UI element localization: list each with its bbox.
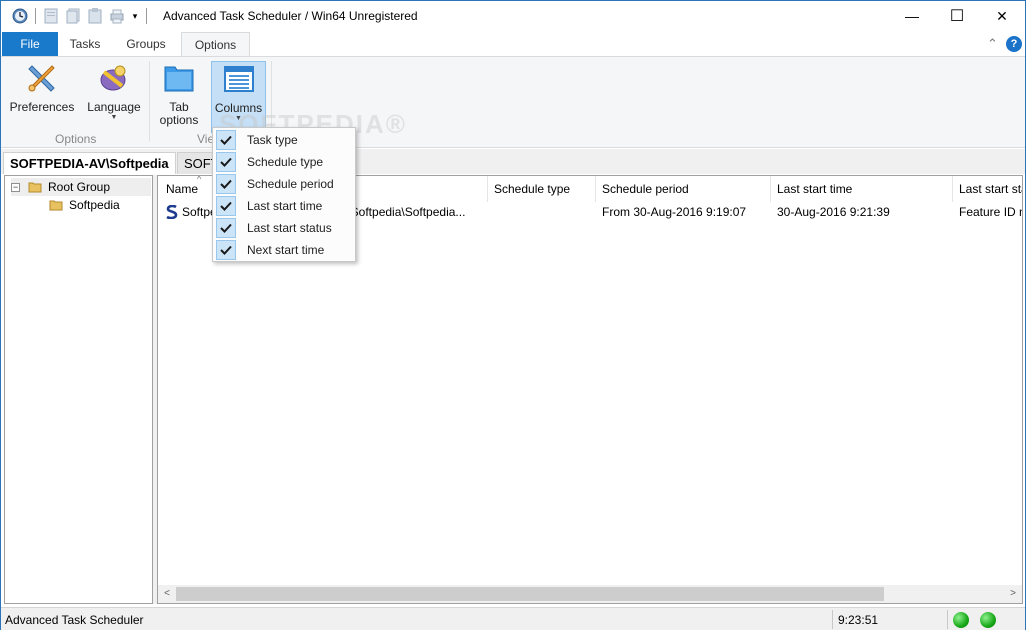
status-led-icon	[980, 612, 996, 628]
tree-node-label: Root Group	[48, 180, 111, 194]
menu-item-label: Schedule type	[247, 155, 324, 169]
tab-file[interactable]: File	[2, 32, 58, 56]
document-tab-bar: SOFTPEDIA-AV\Softpedia SOFT	[1, 149, 1025, 174]
column-header-schedule-period[interactable]: Schedule period	[596, 176, 771, 202]
tab-options-label-2: options	[159, 113, 199, 127]
status-text: Advanced Task Scheduler	[5, 613, 144, 627]
menu-item-last-start-status[interactable]: Last start status	[215, 217, 353, 239]
checkmark-icon	[216, 218, 236, 238]
tree-node-label: Softpedia	[69, 198, 120, 212]
customize-toolbar-icon[interactable]: ▾	[128, 7, 142, 25]
quick-access-toolbar: ▾	[9, 7, 151, 25]
scroll-left-icon[interactable]: <	[158, 585, 176, 603]
menu-item-schedule-period[interactable]: Schedule period	[215, 173, 353, 195]
minimize-button[interactable]: —	[889, 1, 935, 31]
folder-icon	[28, 182, 42, 193]
checkmark-icon	[216, 152, 236, 172]
title-bar: ▾ Advanced Task Scheduler / Win64 Unregi…	[1, 1, 1025, 32]
collapse-ribbon-icon[interactable]: ⌃	[987, 36, 998, 52]
checkmark-icon	[216, 174, 236, 194]
maximize-button[interactable]: ☐	[934, 1, 980, 31]
preferences-tools-icon	[25, 61, 59, 95]
checkmark-icon	[216, 130, 236, 150]
task-schedule-type	[488, 203, 596, 221]
tab-options[interactable]: Options	[181, 32, 250, 56]
group-separator	[149, 61, 150, 141]
tab-tasks[interactable]: Tasks	[59, 32, 111, 56]
app-clock-icon[interactable]	[9, 7, 31, 25]
scroll-right-icon[interactable]: >	[1004, 585, 1022, 603]
print-icon[interactable]	[106, 7, 128, 25]
language-button[interactable]: Language ▼	[83, 61, 145, 122]
status-separator	[947, 610, 948, 629]
column-header-last-start-status[interactable]: Last start sta	[953, 176, 1022, 202]
language-dropdown-arrow: ▼	[110, 114, 118, 121]
menu-item-label: Task type	[247, 133, 298, 147]
status-time: 9:23:51	[838, 613, 879, 627]
menu-item-last-start-time[interactable]: Last start time	[215, 195, 353, 217]
doc-tab-softpedia-av[interactable]: SOFTPEDIA-AV\Softpedia	[3, 152, 176, 174]
ribbon-tab-bar: File Tasks Groups Options ⌃ ?	[1, 32, 1025, 56]
column-header-last-start-time[interactable]: Last start time	[771, 176, 953, 202]
language-label: Language	[87, 100, 141, 114]
task-last-start-time: 30-Aug-2016 9:21:39	[777, 205, 890, 219]
group-label-options: Options	[55, 132, 97, 146]
menu-item-schedule-type[interactable]: Schedule type	[215, 151, 353, 173]
paste-task-icon[interactable]	[84, 7, 106, 25]
folder-icon	[49, 200, 63, 211]
status-separator	[832, 610, 833, 629]
softpedia-task-icon	[166, 205, 178, 219]
tab-options-button[interactable]: Tab options	[154, 61, 204, 127]
checkmark-icon	[216, 196, 236, 216]
menu-item-next-start-time[interactable]: Next start time	[215, 239, 353, 261]
tab-groups[interactable]: Groups	[113, 32, 179, 56]
help-icon[interactable]: ?	[1006, 36, 1022, 52]
column-header-label: Name	[166, 182, 199, 196]
task-schedule-period: From 30-Aug-2016 9:19:07	[602, 205, 747, 219]
menu-item-task-type[interactable]: Task type	[215, 129, 353, 151]
checkmark-icon	[216, 240, 236, 260]
menu-item-label: Schedule period	[247, 177, 334, 191]
tab-options-icon	[162, 61, 196, 95]
columns-icon	[222, 62, 256, 96]
toolbar-separator	[146, 8, 147, 24]
copy-task-icon[interactable]	[62, 7, 84, 25]
menu-item-label: Last start status	[247, 221, 332, 235]
status-bar: Advanced Task Scheduler 9:23:51	[1, 607, 1025, 630]
window-title: Advanced Task Scheduler / Win64 Unregist…	[163, 9, 418, 23]
columns-menu: Task type Schedule type Schedule period …	[212, 127, 356, 262]
new-task-icon[interactable]	[40, 7, 62, 25]
column-header-schedule-type[interactable]: Schedule type	[488, 176, 596, 202]
ribbon-panel: Preferences Language ▼ Tab options Colum…	[1, 56, 1025, 148]
menu-item-label: Last start time	[247, 199, 323, 213]
status-led-icon	[953, 612, 969, 628]
task-path: :\Softpedia\Softpedia...	[344, 205, 466, 219]
app-window: ▾ Advanced Task Scheduler / Win64 Unregi…	[0, 0, 1026, 630]
menu-item-label: Next start time	[247, 243, 325, 257]
scrollbar-thumb[interactable]	[176, 587, 884, 601]
language-icon	[97, 61, 131, 95]
preferences-button[interactable]: Preferences	[7, 61, 77, 114]
group-tree: − Root Group Softpedia	[4, 175, 153, 604]
tree-node-softpedia[interactable]: Softpedia	[49, 196, 120, 214]
close-button[interactable]: ✕	[979, 1, 1025, 31]
toolbar-separator	[35, 8, 36, 24]
collapse-icon[interactable]: −	[11, 182, 20, 192]
tree-node-root-group[interactable]: − Root Group	[11, 178, 151, 196]
task-last-start-status: Feature ID n	[959, 205, 1023, 219]
sort-ascending-icon: ^	[197, 176, 202, 184]
preferences-label: Preferences	[9, 100, 75, 114]
horizontal-scrollbar[interactable]: < >	[158, 585, 1022, 603]
